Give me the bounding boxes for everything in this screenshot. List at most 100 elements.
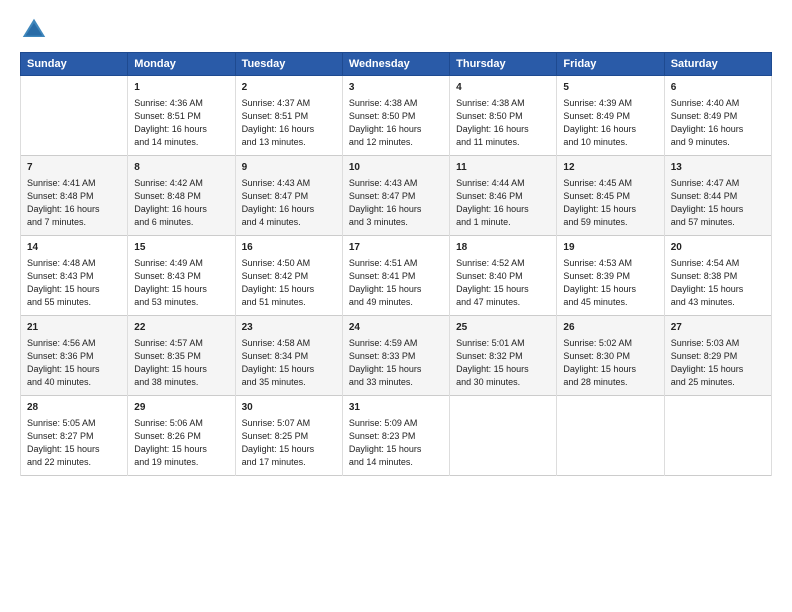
table-cell: 30 Sunrise: 5:07 AM Sunset: 8:25 PM Dayli… xyxy=(235,396,342,476)
column-header-tuesday: Tuesday xyxy=(235,53,342,76)
table-cell: 6 Sunrise: 4:40 AM Sunset: 8:49 PM Daylig… xyxy=(664,76,771,156)
column-header-wednesday: Wednesday xyxy=(342,53,449,76)
cell-content: Sunrise: 5:07 AM Sunset: 8:25 PM Dayligh… xyxy=(242,417,336,469)
day-number: 17 xyxy=(349,241,443,255)
table-cell xyxy=(21,76,128,156)
cell-content: Sunrise: 4:37 AM Sunset: 8:51 PM Dayligh… xyxy=(242,97,336,149)
page: SundayMondayTuesdayWednesdayThursdayFrid… xyxy=(0,0,792,612)
table-cell: 1Sunrise: 4:36 AM Sunset: 8:51 PM Daylig… xyxy=(128,76,235,156)
table-cell: 29Sunrise: 5:06 AM Sunset: 8:26 PM Dayli… xyxy=(128,396,235,476)
table-cell: 4 Sunrise: 4:38 AM Sunset: 8:50 PM Daylig… xyxy=(450,76,557,156)
day-number: 25 xyxy=(456,321,550,335)
calendar-table: SundayMondayTuesdayWednesdayThursdayFrid… xyxy=(20,52,772,476)
day-number: 4 xyxy=(456,81,550,95)
table-cell: 25 Sunrise: 5:01 AM Sunset: 8:32 PM Dayli… xyxy=(450,316,557,396)
cell-content: Sunrise: 4:45 AM Sunset: 8:45 PM Dayligh… xyxy=(563,177,657,229)
table-cell: 15Sunrise: 4:49 AM Sunset: 8:43 PM Dayli… xyxy=(128,236,235,316)
table-cell: 16 Sunrise: 4:50 AM Sunset: 8:42 PM Dayli… xyxy=(235,236,342,316)
cell-content: Sunrise: 4:57 AM Sunset: 8:35 PM Dayligh… xyxy=(134,337,228,389)
table-cell: 27 Sunrise: 5:03 AM Sunset: 8:29 PM Dayli… xyxy=(664,316,771,396)
cell-content: Sunrise: 4:47 AM Sunset: 8:44 PM Dayligh… xyxy=(671,177,765,229)
day-number: 21 xyxy=(27,321,121,335)
day-number: 3 xyxy=(349,81,443,95)
day-number: 7 xyxy=(27,161,121,175)
day-number: 18 xyxy=(456,241,550,255)
table-row: 7 Sunrise: 4:41 AM Sunset: 8:48 PM Daylig… xyxy=(21,156,772,236)
day-number: 27 xyxy=(671,321,765,335)
table-cell: 9 Sunrise: 4:43 AM Sunset: 8:47 PM Daylig… xyxy=(235,156,342,236)
day-number: 14 xyxy=(27,241,121,255)
header xyxy=(20,16,772,44)
cell-content: Sunrise: 4:50 AM Sunset: 8:42 PM Dayligh… xyxy=(242,257,336,309)
table-cell: 19Sunrise: 4:53 AM Sunset: 8:39 PM Dayli… xyxy=(557,236,664,316)
cell-content: Sunrise: 4:38 AM Sunset: 8:50 PM Dayligh… xyxy=(349,97,443,149)
cell-content: Sunrise: 4:40 AM Sunset: 8:49 PM Dayligh… xyxy=(671,97,765,149)
day-number: 9 xyxy=(242,161,336,175)
table-cell: 21 Sunrise: 4:56 AM Sunset: 8:36 PM Dayli… xyxy=(21,316,128,396)
logo-icon xyxy=(20,16,48,44)
day-number: 28 xyxy=(27,401,121,415)
table-cell xyxy=(450,396,557,476)
table-cell: 24Sunrise: 4:59 AM Sunset: 8:33 PM Dayli… xyxy=(342,316,449,396)
day-number: 22 xyxy=(134,321,228,335)
table-cell: 28 Sunrise: 5:05 AM Sunset: 8:27 PM Dayli… xyxy=(21,396,128,476)
cell-content: Sunrise: 4:52 AM Sunset: 8:40 PM Dayligh… xyxy=(456,257,550,309)
cell-content: Sunrise: 4:54 AM Sunset: 8:38 PM Dayligh… xyxy=(671,257,765,309)
day-number: 6 xyxy=(671,81,765,95)
cell-content: Sunrise: 5:01 AM Sunset: 8:32 PM Dayligh… xyxy=(456,337,550,389)
column-header-saturday: Saturday xyxy=(664,53,771,76)
table-row: 1Sunrise: 4:36 AM Sunset: 8:51 PM Daylig… xyxy=(21,76,772,156)
table-cell: 22 Sunrise: 4:57 AM Sunset: 8:35 PM Dayli… xyxy=(128,316,235,396)
day-number: 31 xyxy=(349,401,443,415)
cell-content: Sunrise: 4:53 AM Sunset: 8:39 PM Dayligh… xyxy=(563,257,657,309)
column-header-friday: Friday xyxy=(557,53,664,76)
table-row: 28 Sunrise: 5:05 AM Sunset: 8:27 PM Dayli… xyxy=(21,396,772,476)
cell-content: Sunrise: 5:06 AM Sunset: 8:26 PM Dayligh… xyxy=(134,417,228,469)
logo xyxy=(20,16,52,44)
day-number: 10 xyxy=(349,161,443,175)
cell-content: Sunrise: 5:03 AM Sunset: 8:29 PM Dayligh… xyxy=(671,337,765,389)
day-number: 8 xyxy=(134,161,228,175)
day-number: 2 xyxy=(242,81,336,95)
table-cell: 13Sunrise: 4:47 AM Sunset: 8:44 PM Dayli… xyxy=(664,156,771,236)
table-cell: 5Sunrise: 4:39 AM Sunset: 8:49 PM Daylig… xyxy=(557,76,664,156)
day-number: 5 xyxy=(563,81,657,95)
cell-content: Sunrise: 4:51 AM Sunset: 8:41 PM Dayligh… xyxy=(349,257,443,309)
cell-content: Sunrise: 4:48 AM Sunset: 8:43 PM Dayligh… xyxy=(27,257,121,309)
table-cell: 12Sunrise: 4:45 AM Sunset: 8:45 PM Dayli… xyxy=(557,156,664,236)
table-cell: 20 Sunrise: 4:54 AM Sunset: 8:38 PM Dayli… xyxy=(664,236,771,316)
day-number: 26 xyxy=(563,321,657,335)
table-cell: 14 Sunrise: 4:48 AM Sunset: 8:43 PM Dayli… xyxy=(21,236,128,316)
day-number: 30 xyxy=(242,401,336,415)
cell-content: Sunrise: 4:42 AM Sunset: 8:48 PM Dayligh… xyxy=(134,177,228,229)
day-number: 23 xyxy=(242,321,336,335)
table-cell: 23 Sunrise: 4:58 AM Sunset: 8:34 PM Dayli… xyxy=(235,316,342,396)
table-cell: 10 Sunrise: 4:43 AM Sunset: 8:47 PM Dayli… xyxy=(342,156,449,236)
column-header-monday: Monday xyxy=(128,53,235,76)
cell-content: Sunrise: 4:43 AM Sunset: 8:47 PM Dayligh… xyxy=(349,177,443,229)
cell-content: Sunrise: 4:38 AM Sunset: 8:50 PM Dayligh… xyxy=(456,97,550,149)
table-cell: 3 Sunrise: 4:38 AM Sunset: 8:50 PM Daylig… xyxy=(342,76,449,156)
cell-content: Sunrise: 4:41 AM Sunset: 8:48 PM Dayligh… xyxy=(27,177,121,229)
column-header-thursday: Thursday xyxy=(450,53,557,76)
table-cell: 8 Sunrise: 4:42 AM Sunset: 8:48 PM Daylig… xyxy=(128,156,235,236)
cell-content: Sunrise: 5:02 AM Sunset: 8:30 PM Dayligh… xyxy=(563,337,657,389)
cell-content: Sunrise: 4:56 AM Sunset: 8:36 PM Dayligh… xyxy=(27,337,121,389)
column-header-sunday: Sunday xyxy=(21,53,128,76)
table-cell: 11 Sunrise: 4:44 AM Sunset: 8:46 PM Dayli… xyxy=(450,156,557,236)
table-row: 14 Sunrise: 4:48 AM Sunset: 8:43 PM Dayli… xyxy=(21,236,772,316)
day-number: 20 xyxy=(671,241,765,255)
cell-content: Sunrise: 4:58 AM Sunset: 8:34 PM Dayligh… xyxy=(242,337,336,389)
day-number: 16 xyxy=(242,241,336,255)
table-header: SundayMondayTuesdayWednesdayThursdayFrid… xyxy=(21,53,772,76)
table-cell xyxy=(664,396,771,476)
table-cell: 7 Sunrise: 4:41 AM Sunset: 8:48 PM Daylig… xyxy=(21,156,128,236)
cell-content: Sunrise: 5:05 AM Sunset: 8:27 PM Dayligh… xyxy=(27,417,121,469)
day-number: 11 xyxy=(456,161,550,175)
cell-content: Sunrise: 4:43 AM Sunset: 8:47 PM Dayligh… xyxy=(242,177,336,229)
cell-content: Sunrise: 4:59 AM Sunset: 8:33 PM Dayligh… xyxy=(349,337,443,389)
table-cell: 26 Sunrise: 5:02 AM Sunset: 8:30 PM Dayli… xyxy=(557,316,664,396)
cell-content: Sunrise: 4:44 AM Sunset: 8:46 PM Dayligh… xyxy=(456,177,550,229)
cell-content: Sunrise: 4:49 AM Sunset: 8:43 PM Dayligh… xyxy=(134,257,228,309)
cell-content: Sunrise: 5:09 AM Sunset: 8:23 PM Dayligh… xyxy=(349,417,443,469)
